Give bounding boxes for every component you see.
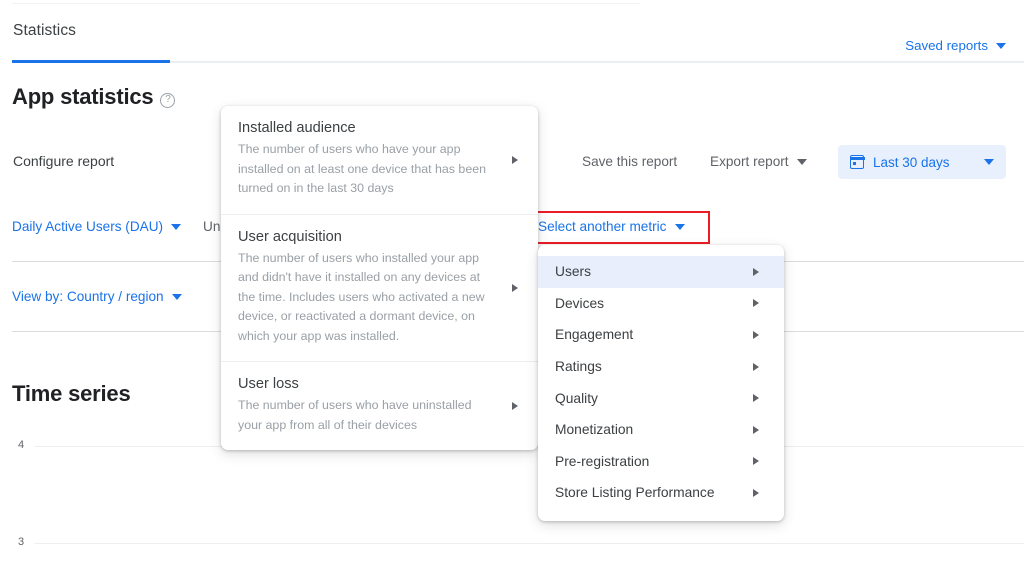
menu-item-label: Store Listing Performance bbox=[555, 485, 715, 501]
menu-item-monetization[interactable]: Monetization bbox=[538, 414, 784, 446]
saved-reports-button[interactable]: Saved reports bbox=[905, 38, 1006, 53]
flyout-item-title: Installed audience bbox=[238, 120, 356, 136]
triangle-right-icon bbox=[753, 394, 759, 403]
triangle-right-icon bbox=[512, 402, 518, 410]
select-another-metric-button[interactable]: Select another metric bbox=[538, 219, 686, 234]
flyout-item-description: The number of users who have your app in… bbox=[238, 142, 486, 195]
chart-gridline bbox=[35, 543, 1024, 544]
export-report-label: Export report bbox=[710, 154, 789, 169]
menu-item-ratings[interactable]: Ratings bbox=[538, 351, 784, 383]
flyout-item-title: User acquisition bbox=[238, 228, 342, 245]
export-report-button[interactable]: Export report bbox=[710, 154, 807, 169]
help-icon[interactable]: ? bbox=[160, 92, 176, 108]
menu-item-label: Quality bbox=[555, 390, 598, 406]
metric-primary-selector[interactable]: Daily Active Users (DAU) bbox=[12, 219, 182, 234]
triangle-right-icon bbox=[753, 488, 759, 497]
chart-ytick-label: 3 bbox=[18, 536, 25, 548]
menu-item-label: Pre-registration bbox=[555, 453, 650, 469]
chevron-down-icon bbox=[171, 223, 182, 230]
menu-item-label: Users bbox=[555, 264, 592, 280]
metric-primary-label: Daily Active Users (DAU) bbox=[12, 219, 164, 234]
menu-item-pre-registration[interactable]: Pre-registration bbox=[538, 446, 784, 478]
flyout-item-installed-audience[interactable]: Installed audience The number of users w… bbox=[221, 106, 538, 214]
date-range-selector[interactable]: Last 30 days bbox=[838, 145, 1006, 179]
date-range-label: Last 30 days bbox=[873, 154, 950, 170]
triangle-right-icon bbox=[512, 155, 518, 164]
metric-category-menu: Users Devices Engagement Ratings Quality… bbox=[538, 245, 784, 521]
flyout-item-user-loss[interactable]: User loss The number of users who have u… bbox=[221, 361, 538, 450]
menu-item-label: Ratings bbox=[555, 359, 602, 375]
flyout-item-description: The number of users who installed your a… bbox=[238, 250, 485, 343]
chart-ytick-label: 4 bbox=[18, 439, 25, 451]
top-divider bbox=[12, 3, 640, 4]
triangle-right-icon bbox=[753, 457, 759, 466]
triangle-right-icon bbox=[753, 425, 759, 434]
view-by-label: View by: Country / region bbox=[12, 289, 164, 304]
tab-underline-active bbox=[12, 60, 170, 63]
chevron-down-icon bbox=[796, 158, 807, 165]
tab-bar: Statistics Saved reports bbox=[0, 16, 1024, 64]
menu-item-users[interactable]: Users bbox=[538, 256, 784, 288]
flyout-item-title: User loss bbox=[238, 376, 299, 392]
triangle-right-icon bbox=[753, 330, 759, 339]
metric-description-flyout: Installed audience The number of users w… bbox=[221, 106, 538, 450]
time-series-title: Time series bbox=[12, 381, 131, 406]
chevron-down-icon bbox=[675, 223, 686, 230]
triangle-right-icon bbox=[753, 299, 759, 308]
triangle-right-icon bbox=[753, 362, 759, 371]
menu-item-devices[interactable]: Devices bbox=[538, 288, 784, 320]
tab-statistics[interactable]: Statistics bbox=[13, 22, 76, 40]
triangle-right-icon bbox=[512, 283, 518, 292]
configure-report-label: Configure report bbox=[13, 153, 115, 169]
chevron-down-icon bbox=[996, 42, 1006, 49]
calendar-icon bbox=[849, 155, 865, 169]
menu-item-quality[interactable]: Quality bbox=[538, 382, 784, 414]
menu-item-store-listing-performance[interactable]: Store Listing Performance bbox=[538, 477, 784, 509]
flyout-item-description: The number of users who have uninstalled… bbox=[238, 398, 472, 432]
menu-item-label: Devices bbox=[555, 295, 605, 311]
view-by-selector[interactable]: View by: Country / region bbox=[12, 289, 182, 304]
triangle-right-icon bbox=[753, 267, 759, 276]
page-title: App statistics ? bbox=[12, 84, 176, 110]
flyout-item-user-acquisition[interactable]: User acquisition The number of users who… bbox=[221, 213, 538, 362]
menu-item-label: Monetization bbox=[555, 422, 634, 438]
select-another-metric-label: Select another metric bbox=[538, 219, 667, 234]
chevron-down-icon bbox=[171, 293, 182, 300]
saved-reports-label: Saved reports bbox=[905, 38, 988, 53]
save-this-report-button[interactable]: Save this report bbox=[582, 154, 677, 169]
chevron-down-icon bbox=[984, 159, 994, 165]
menu-item-label: Engagement bbox=[555, 327, 634, 343]
menu-item-engagement[interactable]: Engagement bbox=[538, 319, 784, 351]
page-title-text: App statistics bbox=[12, 84, 154, 109]
app-root: Statistics Saved reports App statistics … bbox=[0, 0, 1024, 577]
metric-secondary-label[interactable]: Un bbox=[203, 219, 220, 234]
